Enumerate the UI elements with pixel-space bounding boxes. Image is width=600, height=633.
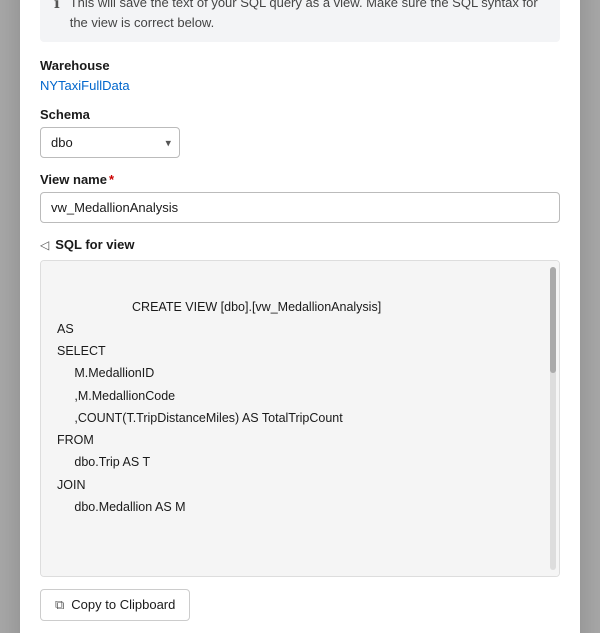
view-name-label: View name* (40, 172, 560, 187)
required-star: * (109, 172, 114, 187)
sql-code-area: CREATE VIEW [dbo].[vw_MedallionAnalysis]… (40, 260, 560, 576)
schema-select-wrapper: dbo public staging ▾ (40, 127, 180, 158)
schema-select[interactable]: dbo public staging (40, 127, 180, 158)
info-icon: ℹ (54, 0, 60, 12)
scrollbar-track[interactable] (550, 267, 556, 569)
copy-to-clipboard-button[interactable]: ⧉ Copy to Clipboard (40, 589, 190, 621)
copy-button-label: Copy to Clipboard (71, 597, 175, 612)
info-banner: ℹ This will save the text of your SQL qu… (40, 0, 560, 42)
sql-code-text: CREATE VIEW [dbo].[vw_MedallionAnalysis]… (57, 300, 381, 514)
warehouse-field: Warehouse NYTaxiFullData (40, 58, 560, 93)
sql-section: ◁ SQL for view CREATE VIEW [dbo].[vw_Med… (40, 237, 560, 576)
collapse-icon: ◁ (40, 238, 49, 252)
copy-icon: ⧉ (55, 597, 64, 613)
info-text: This will save the text of your SQL quer… (70, 0, 546, 32)
scrollbar-thumb (550, 267, 556, 373)
warehouse-label: Warehouse (40, 58, 560, 73)
dialog: Save as view × ℹ This will save the text… (20, 0, 580, 633)
schema-label: Schema (40, 107, 560, 122)
schema-field: Schema dbo public staging ▾ (40, 107, 560, 158)
view-name-input[interactable] (40, 192, 560, 223)
sql-toggle[interactable]: ◁ SQL for view (40, 237, 560, 252)
view-name-field: View name* (40, 172, 560, 223)
dialog-overlay: Save as view × ℹ This will save the text… (0, 0, 600, 633)
warehouse-value[interactable]: NYTaxiFullData (40, 78, 560, 93)
dialog-body: ℹ This will save the text of your SQL qu… (20, 0, 580, 633)
sql-toggle-label: SQL for view (55, 237, 134, 252)
